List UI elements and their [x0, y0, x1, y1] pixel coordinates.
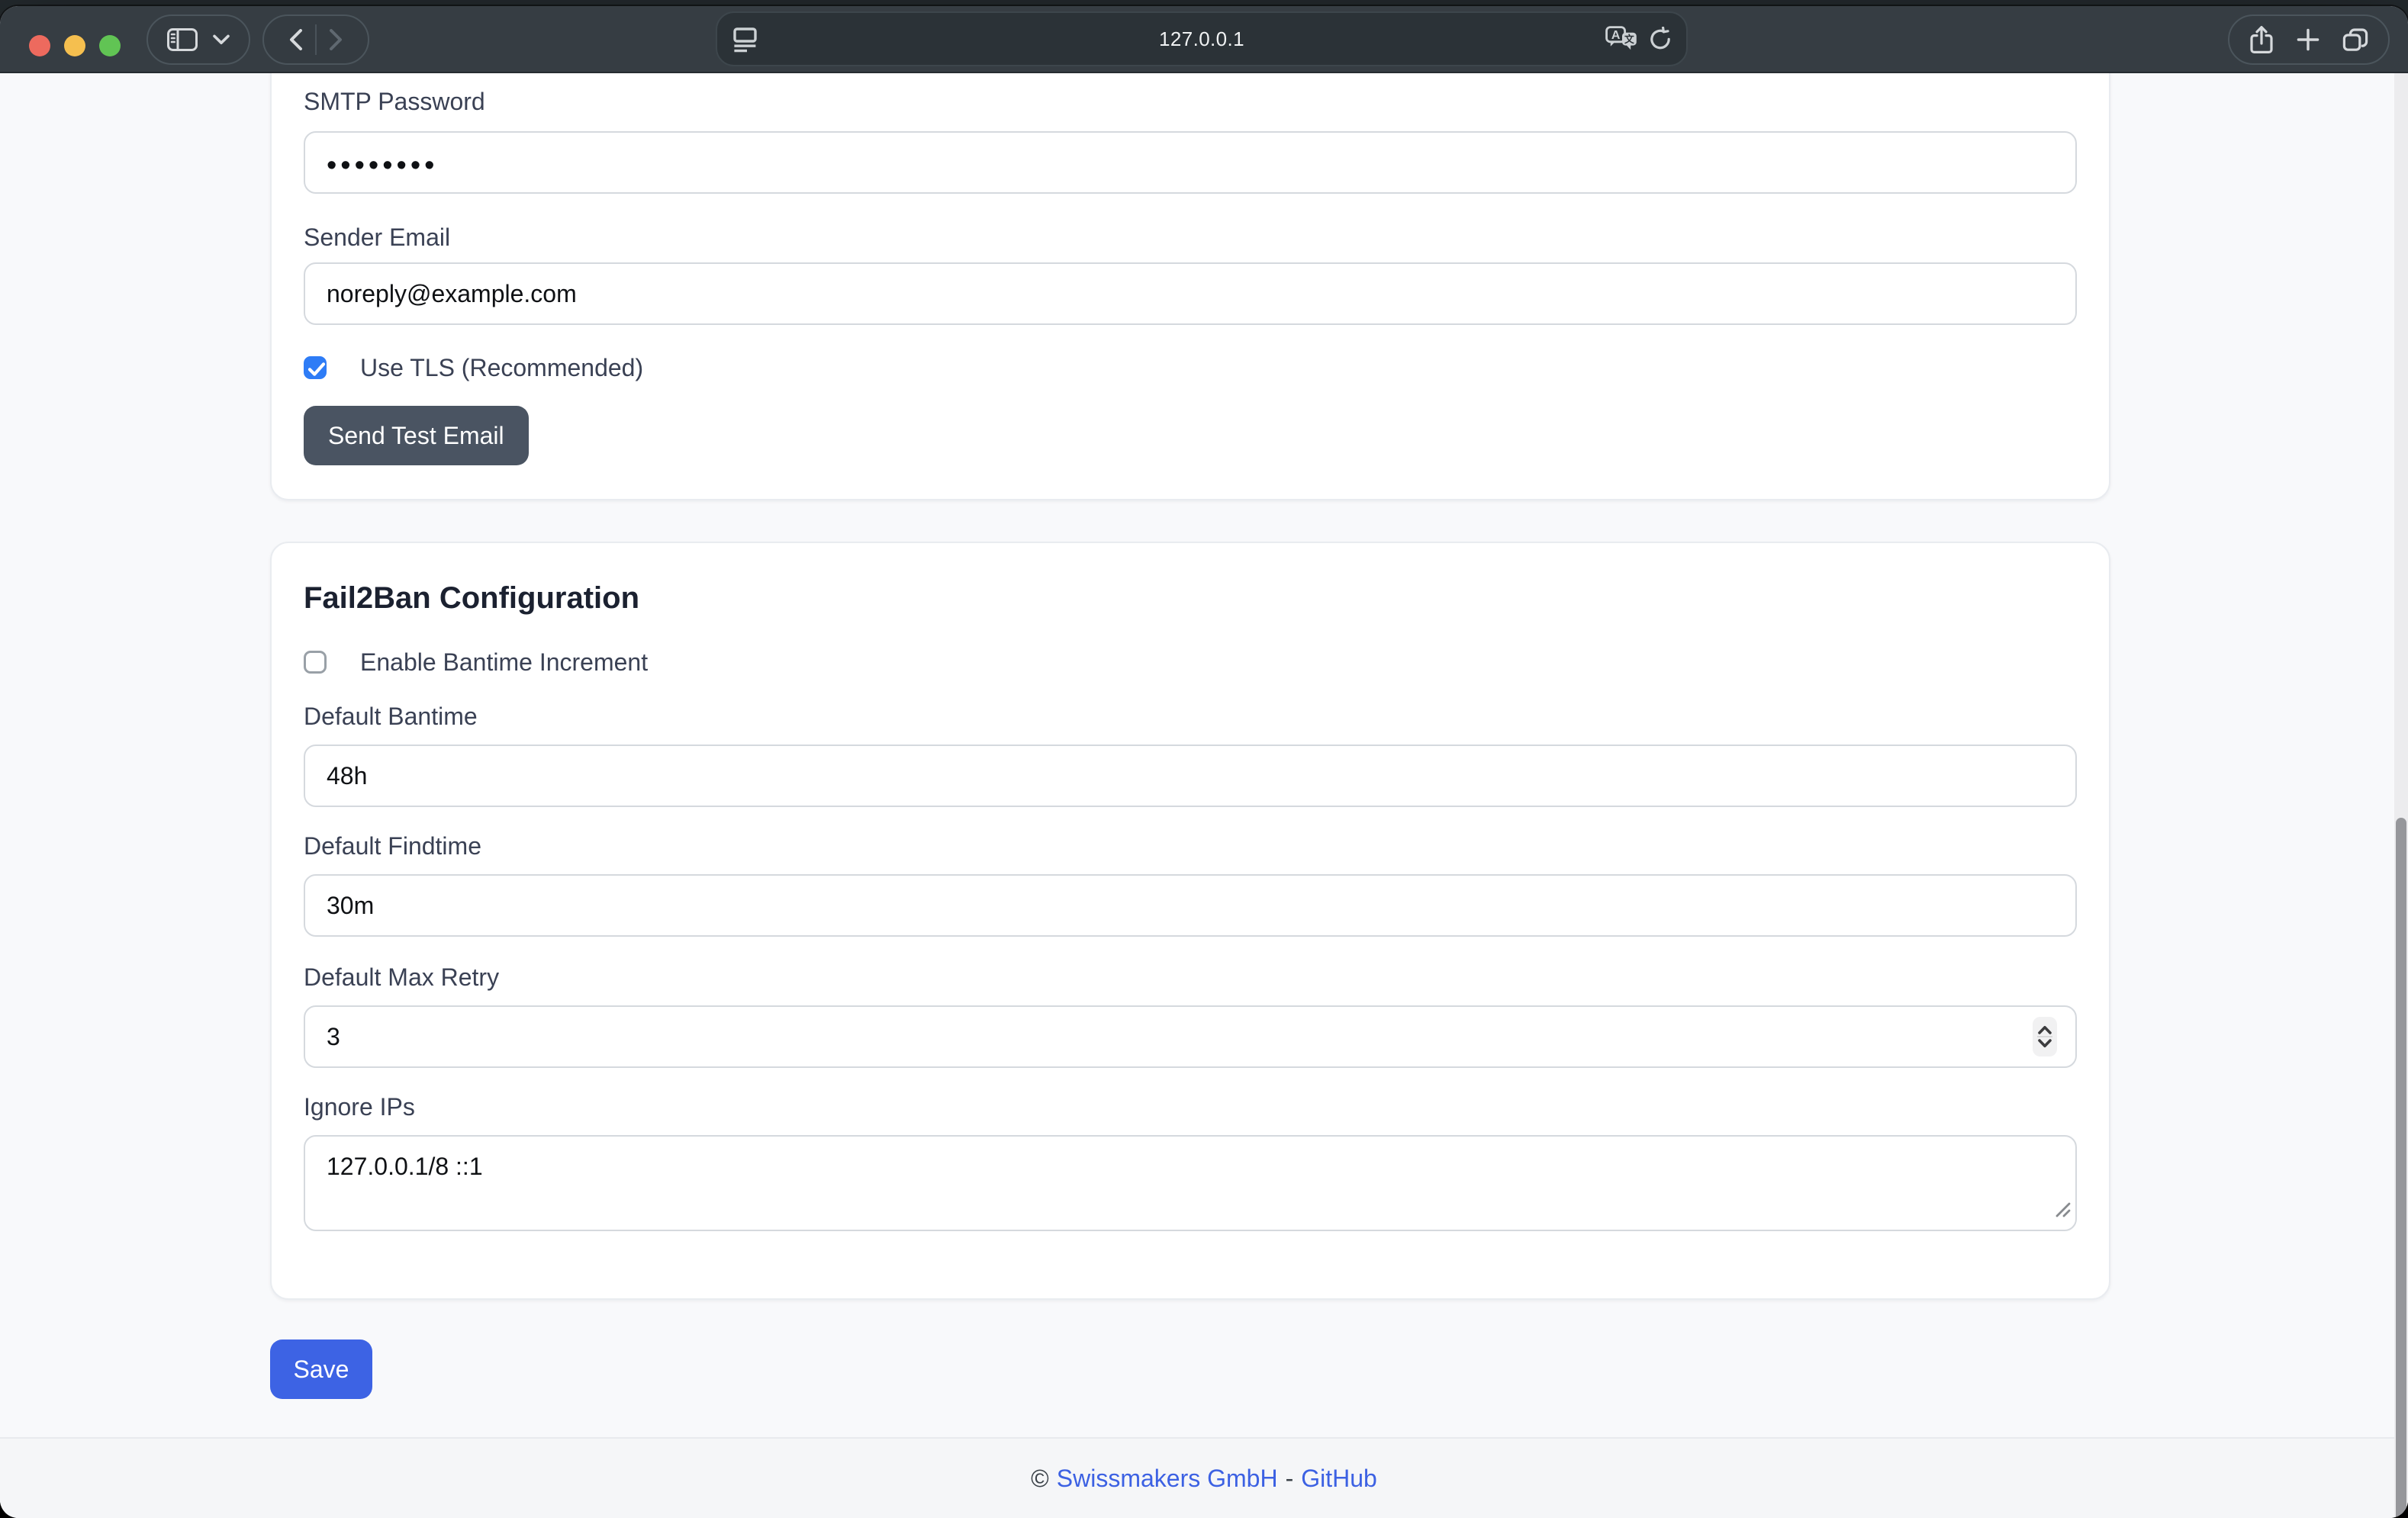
new-tab-plus-icon[interactable] [2297, 28, 2319, 51]
save-button[interactable]: Save [270, 1340, 372, 1399]
stepper-up-icon [2036, 1025, 2054, 1034]
page-footer: © Swissmakers GmbH-GitHub [0, 1437, 2408, 1518]
use-tls-checkbox[interactable] [304, 356, 327, 379]
screen: 127.0.0.1 A 文 [0, 0, 2408, 1518]
bantime-increment-checkbox[interactable] [304, 651, 327, 674]
toolbar-actions-group [2228, 14, 2390, 65]
default-findtime-input[interactable] [304, 874, 2077, 937]
forward-button[interactable] [329, 29, 343, 50]
scrollbar-thumb[interactable] [2396, 818, 2406, 1518]
default-max-retry-label: Default Max Retry [304, 963, 2077, 992]
url-text[interactable]: 127.0.0.1 [717, 13, 1686, 65]
zoom-window-button[interactable] [99, 35, 121, 56]
use-tls-label: Use TLS (Recommended) [360, 353, 643, 382]
back-button[interactable] [289, 29, 303, 50]
use-tls-row: Use TLS (Recommended) [304, 352, 2077, 383]
smtp-settings-card: SMTP Password Sender Email Use TLS (Reco… [270, 73, 2110, 500]
translate-icon[interactable]: A 文 [1605, 26, 1637, 52]
bantime-increment-label: Enable Bantime Increment [360, 648, 648, 677]
smtp-password-label: SMTP Password [304, 88, 485, 115]
nav-buttons-group [262, 14, 369, 65]
reload-icon[interactable] [1648, 27, 1672, 51]
address-bar[interactable]: 127.0.0.1 A 文 [716, 11, 1688, 66]
stepper-down-icon [2036, 1039, 2054, 1048]
svg-text:文: 文 [1624, 34, 1634, 45]
browser-window: 127.0.0.1 A 文 [0, 6, 2408, 1518]
svg-text:A: A [1611, 29, 1621, 42]
default-bantime-label: Default Bantime [304, 702, 2077, 731]
bantime-increment-row: Enable Bantime Increment [304, 647, 2077, 677]
default-max-retry-input[interactable] [304, 1005, 2077, 1068]
sender-email-input[interactable] [304, 262, 2077, 325]
sidebar-icon[interactable] [167, 28, 198, 51]
page-content: SMTP Password Sender Email Use TLS (Reco… [0, 73, 2408, 1518]
tab-overview-icon[interactable] [2342, 27, 2368, 52]
nav-divider [315, 24, 317, 55]
minimize-window-button[interactable] [64, 35, 85, 56]
swissmakers-link[interactable]: Swissmakers GmbH [1057, 1465, 1278, 1492]
chevron-down-icon[interactable] [213, 34, 230, 45]
send-test-email-button[interactable]: Send Test Email [304, 406, 529, 465]
smtp-password-input[interactable] [304, 131, 2077, 194]
close-window-button[interactable] [29, 35, 50, 56]
browser-titlebar: 127.0.0.1 A 文 [0, 6, 2408, 73]
share-icon[interactable] [2249, 25, 2274, 54]
default-findtime-label: Default Findtime [304, 831, 2077, 860]
ignore-ips-label: Ignore IPs [304, 1092, 2077, 1121]
fail2ban-card-title: Fail2Ban Configuration [304, 580, 2077, 616]
footer-separator: - [1286, 1465, 1294, 1492]
github-link[interactable]: GitHub [1301, 1465, 1377, 1492]
ignore-ips-textarea[interactable]: 127.0.0.1/8 ::1 [304, 1135, 2077, 1231]
default-bantime-input[interactable] [304, 745, 2077, 807]
copyright-symbol: © [1031, 1465, 1049, 1492]
fail2ban-config-card: Fail2Ban Configuration Enable Bantime In… [270, 542, 2110, 1300]
number-stepper[interactable] [2033, 1017, 2057, 1056]
sender-email-label: Sender Email [304, 223, 2077, 252]
sidebar-toggle-group[interactable] [146, 14, 250, 65]
